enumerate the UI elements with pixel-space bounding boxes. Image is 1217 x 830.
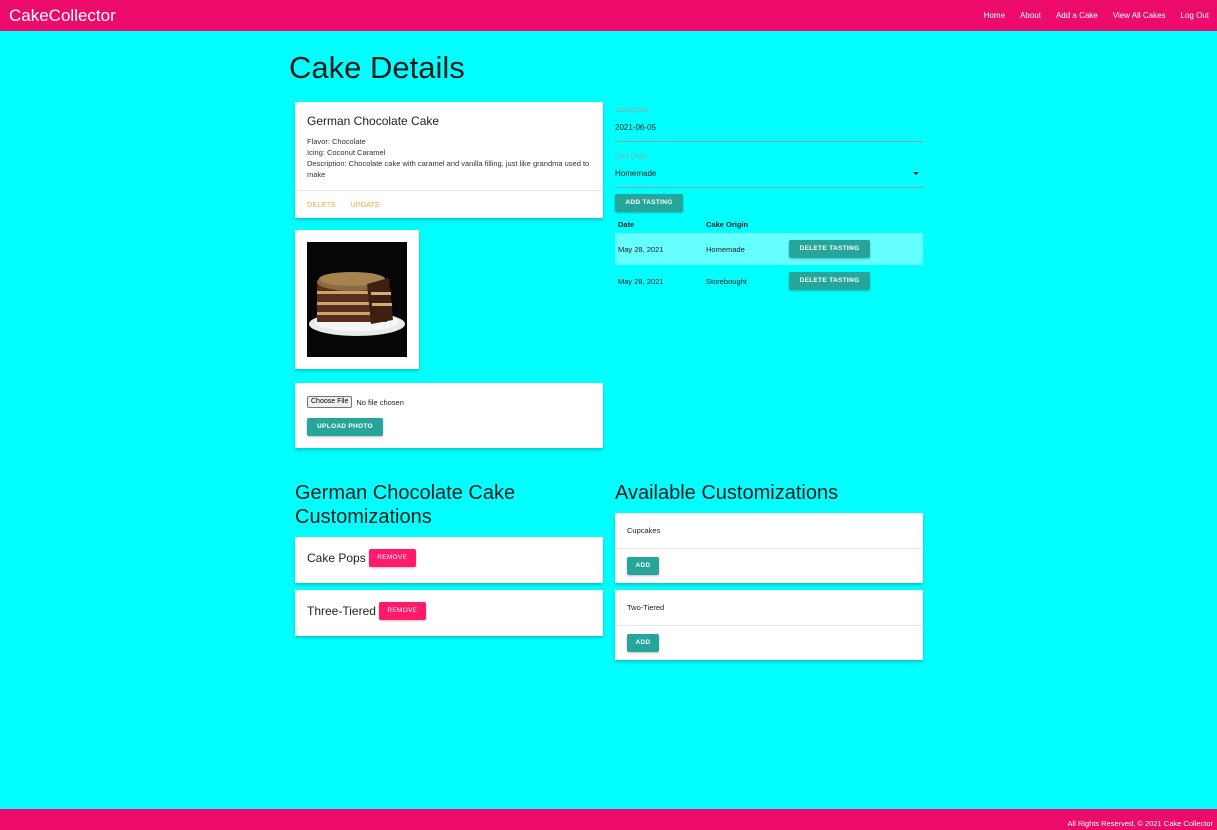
photo-upload-card: Choose File No file chosen UPLOAD PHOTO	[295, 383, 603, 448]
customization-name: Cake Pops	[307, 551, 366, 565]
nav-link-about[interactable]: About	[1020, 11, 1041, 20]
date-header: Date	[618, 220, 635, 229]
brand-logo[interactable]: CakeCollector	[0, 6, 116, 26]
cake-origin-label: Cake Origin	[615, 154, 647, 160]
cake-origin-header: Cake Origin	[706, 220, 749, 229]
card-actions: DELETE UPDATE	[295, 190, 603, 218]
navbar: CakeCollector Home About Add a Cake View…	[0, 0, 1217, 31]
available-customization-name: Two-Tiered	[627, 603, 665, 612]
caret-down-icon[interactable]	[913, 172, 919, 175]
upload-photo-button[interactable]: UPLOAD PHOTO	[307, 418, 383, 436]
tasting-date-field[interactable]: Tasting Date 2021-06-05	[615, 108, 923, 142]
tasting-date-cell: May 28, 2021	[615, 233, 703, 265]
remove-customization-button[interactable]: REMOVE	[378, 602, 426, 620]
cake-detail-card: German Chocolate Cake Flavor: Chocolate …	[295, 102, 603, 218]
nav-link-view-all-cakes[interactable]: View All Cakes	[1113, 11, 1166, 20]
customizations-title: German Chocolate Cake Customizations	[295, 482, 516, 528]
card-divider	[615, 548, 923, 549]
update-cake-link[interactable]: UPDATE	[350, 200, 380, 209]
card-divider	[615, 625, 923, 626]
cake-origin-select[interactable]: Cake Origin Homemade	[615, 154, 923, 188]
available-customization-card: Cupcakes ADD	[615, 513, 923, 583]
file-status: No file chosen	[356, 397, 404, 407]
nav-link-log-out[interactable]: Log Out	[1181, 11, 1209, 20]
remove-customization-button[interactable]: REMOVE	[368, 549, 416, 567]
tasting-date-label: Tasting Date	[615, 108, 649, 114]
choose-file-button[interactable]: Choose File	[307, 396, 353, 408]
nav-link-home[interactable]: Home	[984, 11, 1005, 20]
delete-tasting-button[interactable]: DELETE TASTING	[789, 272, 870, 290]
delete-cake-link[interactable]: DELETE	[307, 200, 336, 209]
add-customization-button[interactable]: ADD	[627, 634, 659, 652]
tasting-date-cell: May 28, 2021	[618, 276, 664, 286]
nav-links: Home About Add a Cake View All Cakes Log…	[969, 11, 1217, 20]
footer: All Rights Reserved, © 2021 Cake Collect…	[0, 809, 1217, 830]
tasting-origin-cell: Homemade	[703, 233, 786, 265]
cake-photo-card	[295, 230, 419, 369]
cake-photo	[307, 242, 407, 357]
add-tasting-button[interactable]: ADD TASTING	[615, 194, 683, 212]
available-customization-name: Cupcakes	[627, 526, 661, 535]
footer-copyright: All Rights Reserved, © 2021 Cake Collect…	[1067, 819, 1213, 828]
cake-flavor: Flavor: Chocolate	[307, 137, 366, 146]
customization-name: Three-Tiered	[307, 604, 376, 618]
cake-origin-value[interactable]: Homemade	[615, 169, 656, 178]
table-row: May 28, 2021 Homemade DELETE TASTING	[615, 233, 923, 265]
cake-icing: Icing: Coconut Caramel	[307, 148, 386, 157]
customization-card: Cake Pops REMOVE	[295, 537, 603, 583]
available-customizations-title: Available Customizations	[615, 482, 839, 504]
tasting-date-input[interactable]: 2021-06-05	[615, 123, 656, 132]
cake-description: Description: Chocolate cake with caramel…	[307, 159, 590, 179]
add-customization-button[interactable]: ADD	[627, 557, 659, 575]
delete-tasting-button[interactable]: DELETE TASTING	[789, 240, 870, 258]
file-input-row: Choose File No file chosen	[307, 396, 404, 408]
nav-link-add-cake[interactable]: Add a Cake	[1056, 11, 1098, 20]
available-customization-card: Two-Tiered ADD	[615, 590, 923, 660]
table-row: May 28, 2021 Storebought DELETE TASTING	[615, 265, 923, 297]
tasting-origin-cell: Storebought	[706, 276, 747, 286]
customization-card: Three-Tiered REMOVE	[295, 590, 603, 636]
page-title: Cake Details	[289, 50, 465, 85]
tasting-table: Date Cake Origin May 28, 2021 Homemade D…	[615, 216, 923, 297]
cake-name: German Chocolate Cake	[307, 114, 440, 128]
